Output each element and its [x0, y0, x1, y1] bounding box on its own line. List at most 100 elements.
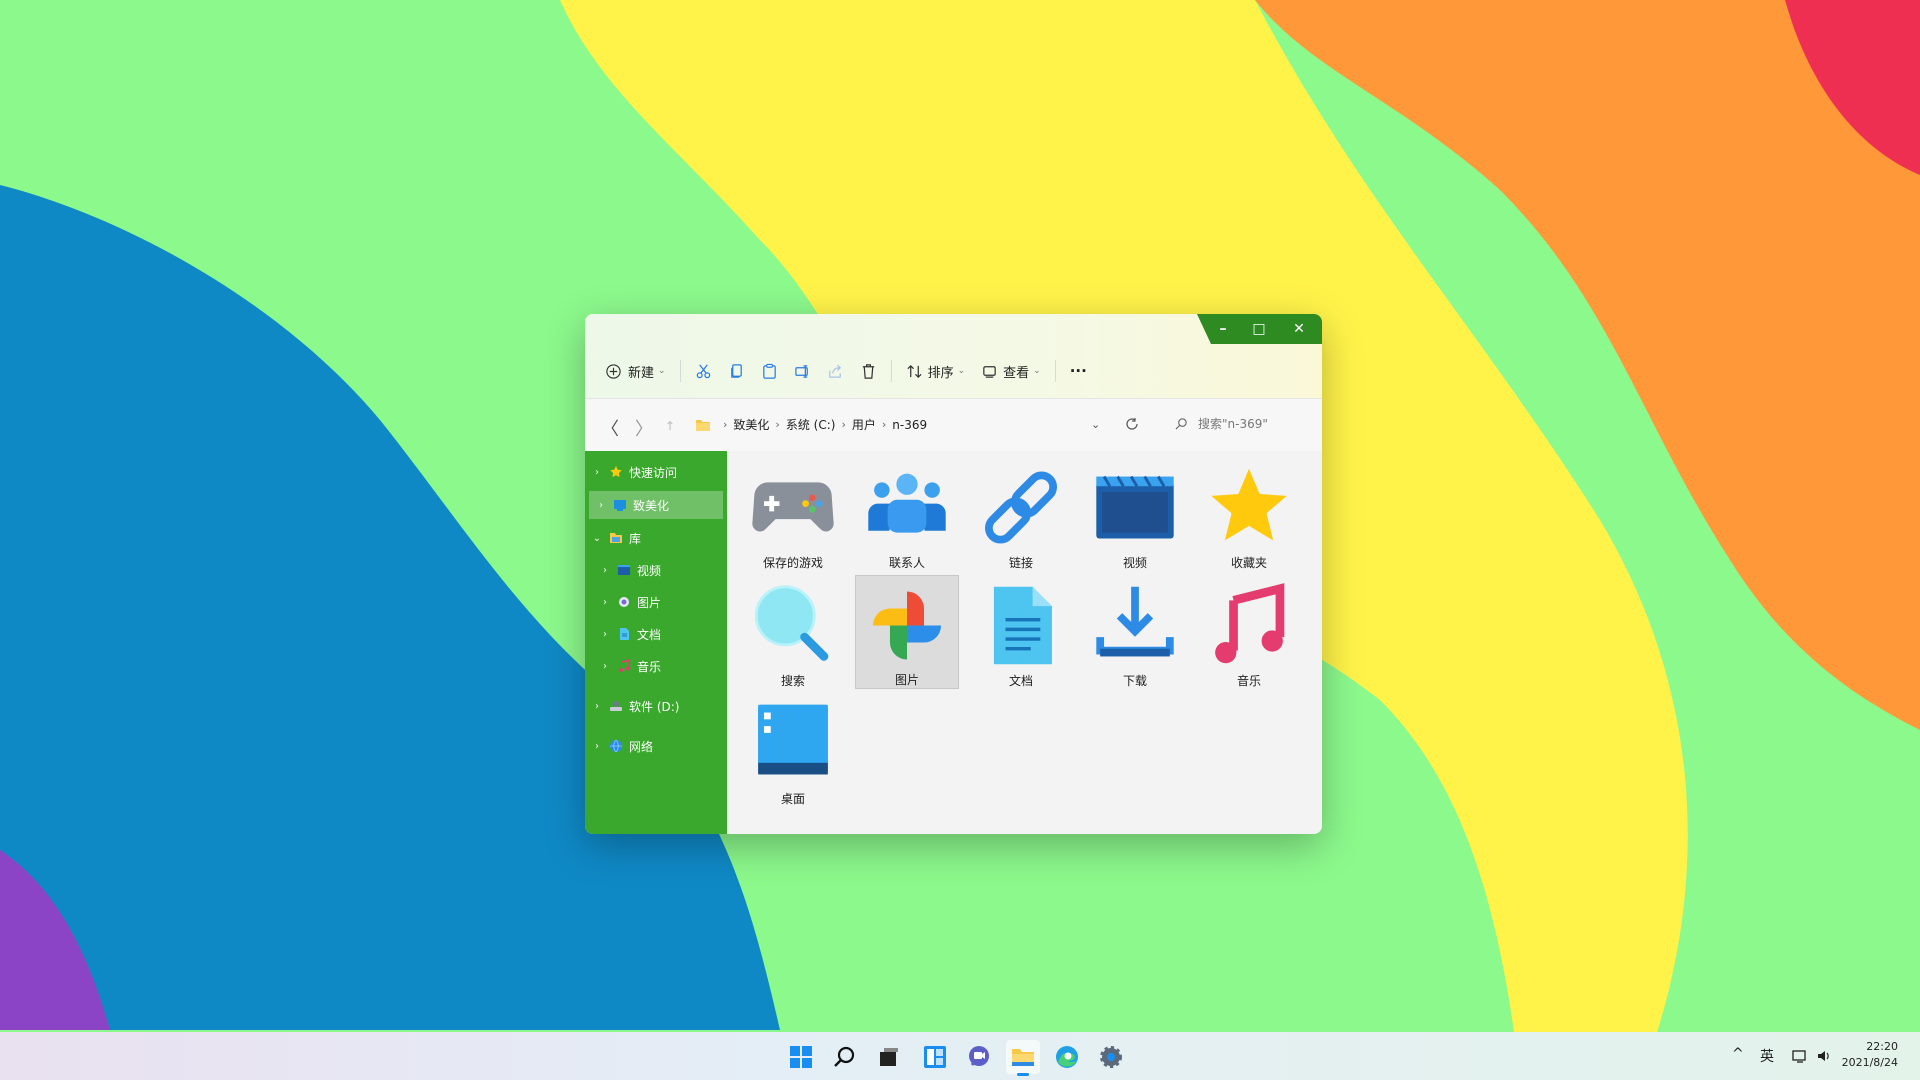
new-label: 新建 — [628, 365, 655, 381]
folder-saved-games[interactable]: 保存的游戏 — [741, 457, 845, 571]
sidebar-item-pictures[interactable]: › 图片 — [585, 588, 735, 616]
chevron-right-icon: › — [595, 740, 599, 752]
library-folder-icon — [610, 533, 622, 543]
folder-label: 图片 — [894, 673, 919, 687]
folder-music[interactable]: 音乐 — [1197, 575, 1301, 689]
close-button[interactable]: ✕ — [1279, 314, 1319, 344]
show-hidden-icons-button[interactable]: ^ — [1732, 1046, 1744, 1062]
share-button[interactable] — [819, 356, 852, 386]
sort-button[interactable]: 排序 ⌄ — [898, 356, 974, 386]
sidebar-item-network[interactable]: › 网络 — [585, 732, 727, 760]
search-button[interactable] — [828, 1040, 862, 1074]
chevron-down-icon: ⌄ — [592, 532, 602, 544]
folder-downloads[interactable]: 下载 — [1083, 575, 1187, 689]
delete-button[interactable] — [852, 356, 885, 386]
widgets-button[interactable] — [918, 1040, 952, 1074]
folder-videos[interactable]: 视频 — [1083, 457, 1187, 571]
search-placeholder: 搜索"n-369" — [1198, 417, 1268, 431]
document-icon — [620, 628, 629, 640]
refresh-icon[interactable] — [1125, 417, 1139, 431]
breadcrumb-item[interactable]: 系统 (C:) — [786, 416, 836, 433]
breadcrumb-item[interactable]: 致美化 — [733, 416, 769, 433]
folder-desktop[interactable]: 桌面 — [741, 693, 845, 807]
sort-label: 排序 — [927, 365, 954, 381]
sidebar-item-documents[interactable]: › 文档 — [585, 620, 735, 648]
volume-icon[interactable] — [1816, 1048, 1832, 1064]
folder-searches[interactable]: 搜索 — [741, 575, 845, 689]
sidebar-item-quick-access[interactable]: › 快速访问 — [585, 458, 727, 486]
sidebar-item-library[interactable]: ⌄ 库 — [585, 524, 727, 552]
folder-pictures[interactable]: 图片 — [855, 575, 959, 689]
music-icon — [619, 659, 630, 672]
clipboard-icon — [762, 363, 776, 379]
folder-label: 联系人 — [888, 556, 925, 570]
address-history-dropdown[interactable]: ⌄ — [1091, 418, 1100, 431]
edge-browser-button[interactable] — [1050, 1040, 1084, 1074]
input-method-indicator[interactable]: 英 — [1760, 1046, 1774, 1066]
maximize-button[interactable]: □ — [1239, 314, 1279, 344]
start-button[interactable] — [784, 1040, 818, 1074]
sidebar-item-label: 文档 — [637, 627, 662, 642]
chevron-right-icon: › — [599, 499, 603, 511]
document-icon — [993, 586, 1052, 665]
share-icon — [828, 363, 841, 378]
sidebar-item-zhimeihua[interactable]: › 致美化 — [589, 491, 723, 519]
rename-button[interactable] — [786, 356, 819, 386]
drive-icon — [610, 701, 622, 711]
chevron-right-icon: › — [603, 564, 607, 576]
back-button[interactable]: 〈 — [601, 415, 619, 441]
folder-icon — [1012, 1049, 1034, 1066]
chevron-right-icon: › — [841, 418, 846, 431]
photos-pinwheel-icon — [872, 591, 942, 660]
folder-label: 下载 — [1122, 674, 1147, 688]
sidebar-item-label: 网络 — [629, 739, 654, 754]
sidebar-item-label: 致美化 — [633, 498, 670, 513]
new-button[interactable]: 新建 ⌄ — [597, 356, 674, 386]
task-view-icon — [880, 1048, 898, 1066]
breadcrumb-item[interactable]: n-369 — [892, 418, 927, 432]
chevron-right-icon: › — [723, 418, 728, 431]
chevron-right-icon: › — [603, 660, 607, 672]
file-explorer-taskbar-button[interactable] — [1006, 1040, 1040, 1076]
chevron-right-icon: › — [603, 628, 607, 640]
view-button[interactable]: 查看 ⌄ — [973, 356, 1049, 386]
forward-button[interactable]: 〉 — [635, 415, 653, 441]
task-view-button[interactable] — [872, 1040, 906, 1074]
settings-button[interactable] — [1094, 1040, 1128, 1074]
breadcrumb[interactable]: › 致美化 › 系统 (C:) › 用户 › n-369 — [695, 416, 927, 433]
paste-button[interactable] — [753, 356, 786, 386]
clock[interactable]: 22:20 2021/8/24 — [1842, 1039, 1898, 1071]
folder-icon — [696, 419, 710, 431]
chevron-right-icon: › — [603, 596, 607, 608]
folder-contacts[interactable]: 联系人 — [855, 457, 959, 571]
toolbar-divider — [679, 360, 681, 382]
folder-favorites[interactable]: 收藏夹 — [1197, 457, 1301, 571]
toolbar-divider — [1054, 360, 1056, 382]
chat-icon — [969, 1046, 989, 1066]
folder-label: 搜索 — [780, 674, 805, 688]
trash-icon — [862, 363, 874, 379]
folder-links[interactable]: 链接 — [969, 457, 1073, 571]
sidebar-item-music[interactable]: › 音乐 — [585, 652, 735, 680]
taskbar: ^ 英 22:20 2021/8/24 — [0, 1032, 1920, 1080]
search-input[interactable]: 搜索"n-369" — [1175, 415, 1268, 432]
folder-label: 保存的游戏 — [762, 556, 823, 570]
folder-content-area: 保存的游戏 联系人 链接 视频 收藏夹 搜索 图片 文档 下载 音乐 桌面 — [727, 451, 1322, 834]
picture-icon — [619, 597, 629, 607]
breadcrumb-item[interactable]: 用户 — [852, 416, 876, 433]
sidebar-item-drive-d[interactable]: › 软件 (D:) — [585, 692, 727, 720]
network-status-icon[interactable] — [1792, 1048, 1808, 1064]
navigation-pane: › 快速访问 › 致美化 ⌄ 库 › 视频 › 图片 › 文档 › 音乐 › 软… — [585, 451, 727, 834]
edge-icon — [1056, 1046, 1078, 1068]
cut-button[interactable] — [687, 356, 720, 386]
teams-chat-button[interactable] — [962, 1040, 996, 1074]
gamepad-icon — [752, 482, 834, 532]
chevron-down-icon: ⌄ — [1033, 366, 1041, 376]
copy-button[interactable] — [720, 356, 753, 386]
folder-documents[interactable]: 文档 — [969, 575, 1073, 689]
up-arrow-icon[interactable]: ↑ — [665, 419, 675, 433]
sidebar-item-videos[interactable]: › 视频 — [585, 556, 735, 584]
more-options-button[interactable]: ··· — [1062, 356, 1095, 386]
contacts-icon — [868, 473, 946, 533]
minimize-button[interactable]: – — [1203, 314, 1243, 344]
